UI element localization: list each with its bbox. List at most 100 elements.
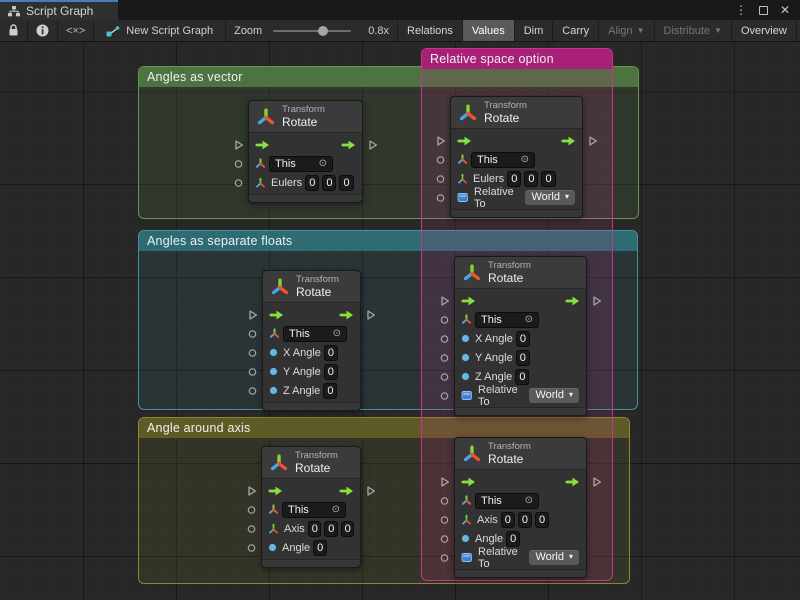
flow-arrow-icon[interactable] <box>561 136 576 146</box>
object-field-this[interactable]: This⊙ <box>471 152 535 168</box>
object-field-this[interactable]: This⊙ <box>282 502 346 518</box>
value-port-in[interactable] <box>440 334 449 343</box>
node-header[interactable]: TransformRotate <box>249 101 362 133</box>
graph-breadcrumb[interactable]: New Script Graph <box>94 20 226 41</box>
relative-to-dropdown[interactable]: World▾ <box>525 190 575 205</box>
object-field-this[interactable]: This⊙ <box>475 312 539 328</box>
unit-node-transform-rotate[interactable]: TransformRotateThis⊙X Angle0Y Angle0Z An… <box>454 256 587 416</box>
target-icon[interactable]: ⊙ <box>319 159 327 169</box>
lock-icon[interactable] <box>0 20 28 41</box>
flow-port-in[interactable] <box>234 139 244 150</box>
value-input[interactable]: 0 <box>313 540 327 556</box>
flow-arrow-icon[interactable] <box>461 296 476 306</box>
value-input[interactable]: 0 <box>518 512 532 528</box>
toolbar-button-dim[interactable]: Dim <box>515 20 554 41</box>
value-port-in[interactable] <box>248 329 257 338</box>
value-port-in[interactable] <box>440 553 449 562</box>
flow-port-out[interactable] <box>592 295 602 306</box>
value-input[interactable]: 0 <box>541 171 555 187</box>
tab-script-graph[interactable]: Script Graph <box>0 0 118 20</box>
value-input[interactable]: 0 <box>506 531 520 547</box>
value-input[interactable]: 0 <box>507 171 521 187</box>
flow-port-in[interactable] <box>248 309 258 320</box>
zoom-slider-handle[interactable] <box>318 26 328 36</box>
toolbar-button-distribute[interactable]: Distribute▼ <box>655 20 732 41</box>
flow-port-in[interactable] <box>440 476 450 487</box>
value-input[interactable]: 0 <box>324 364 338 380</box>
object-field-this[interactable]: This⊙ <box>475 493 539 509</box>
value-input[interactable]: 0 <box>515 369 529 385</box>
node-header[interactable]: TransformRotate <box>263 271 360 303</box>
flow-arrow-icon[interactable] <box>457 136 472 146</box>
relative-to-dropdown[interactable]: World▾ <box>529 388 579 403</box>
value-input[interactable]: 0 <box>324 345 338 361</box>
node-header[interactable]: TransformRotate <box>455 257 586 289</box>
target-icon[interactable]: ⊙ <box>525 496 533 506</box>
flow-arrow-icon[interactable] <box>461 477 476 487</box>
flow-port-out[interactable] <box>366 485 376 496</box>
flow-arrow-icon[interactable] <box>341 140 356 150</box>
value-input[interactable]: 0 <box>341 521 354 537</box>
value-input[interactable]: 0 <box>324 521 337 537</box>
value-input[interactable]: 0 <box>535 512 549 528</box>
flow-arrow-icon[interactable] <box>268 486 283 496</box>
value-port-in[interactable] <box>247 543 256 552</box>
unit-node-transform-rotate[interactable]: TransformRotateThis⊙Axis000Angle0 <box>261 446 361 568</box>
flow-arrow-icon[interactable] <box>269 310 284 320</box>
value-port-in[interactable] <box>440 496 449 505</box>
target-icon[interactable]: ⊙ <box>333 329 341 339</box>
value-port-in[interactable] <box>248 367 257 376</box>
flow-port-in[interactable] <box>247 485 257 496</box>
value-input[interactable]: 0 <box>305 175 319 191</box>
flow-port-in[interactable] <box>440 295 450 306</box>
target-icon[interactable]: ⊙ <box>332 505 340 515</box>
value-port-in[interactable] <box>234 178 243 187</box>
value-port-in[interactable] <box>440 534 449 543</box>
value-input[interactable]: 0 <box>339 175 353 191</box>
value-input[interactable]: 0 <box>516 350 530 366</box>
maximize-icon[interactable] <box>754 2 772 18</box>
value-port-in[interactable] <box>440 315 449 324</box>
graph-canvas[interactable]: Angles as vectorAngles as separate float… <box>0 42 800 600</box>
value-port-in[interactable] <box>248 386 257 395</box>
target-icon[interactable]: ⊙ <box>525 315 533 325</box>
value-port-in[interactable] <box>440 353 449 362</box>
value-port-in[interactable] <box>440 391 449 400</box>
object-field-this[interactable]: This⊙ <box>269 156 333 172</box>
target-icon[interactable]: ⊙ <box>521 155 529 165</box>
flow-port-out[interactable] <box>588 135 598 146</box>
flow-port-out[interactable] <box>368 139 378 150</box>
toolbar-button-carry[interactable]: Carry <box>553 20 599 41</box>
value-input[interactable]: 0 <box>516 331 530 347</box>
value-port-in[interactable] <box>436 155 445 164</box>
code-preview-toggle[interactable]: <×> <box>58 20 94 41</box>
close-icon[interactable]: ✕ <box>776 2 794 18</box>
toolbar-button-align[interactable]: Align▼ <box>599 20 654 41</box>
value-port-in[interactable] <box>247 505 256 514</box>
value-port-in[interactable] <box>234 159 243 168</box>
flow-port-out[interactable] <box>592 476 602 487</box>
value-input[interactable]: 0 <box>501 512 515 528</box>
unit-node-transform-rotate[interactable]: TransformRotateThis⊙Eulers000 <box>248 100 363 203</box>
relative-to-dropdown[interactable]: World▾ <box>529 550 579 565</box>
unit-node-transform-rotate[interactable]: TransformRotateThis⊙X Angle0Y Angle0Z An… <box>262 270 361 411</box>
flow-port-in[interactable] <box>436 135 446 146</box>
value-port-in[interactable] <box>436 193 445 202</box>
toolbar-button-values[interactable]: Values <box>463 20 515 41</box>
zoom-slider[interactable] <box>264 20 360 41</box>
flow-port-out[interactable] <box>366 309 376 320</box>
value-port-in[interactable] <box>440 372 449 381</box>
node-header[interactable]: TransformRotate <box>262 447 360 479</box>
object-field-this[interactable]: This⊙ <box>283 326 347 342</box>
info-icon[interactable] <box>28 20 58 41</box>
toolbar-button-overview[interactable]: Overview <box>732 20 797 41</box>
kebab-menu-icon[interactable]: ⋮ <box>732 2 750 18</box>
unit-node-transform-rotate[interactable]: TransformRotateThis⊙Axis000Angle0Relativ… <box>454 437 587 578</box>
toolbar-button-relations[interactable]: Relations <box>398 20 463 41</box>
flow-arrow-icon[interactable] <box>255 140 270 150</box>
node-header[interactable]: TransformRotate <box>451 97 582 129</box>
flow-arrow-icon[interactable] <box>565 477 580 487</box>
value-input[interactable]: 0 <box>308 521 321 537</box>
value-port-in[interactable] <box>440 515 449 524</box>
value-input[interactable]: 0 <box>524 171 538 187</box>
